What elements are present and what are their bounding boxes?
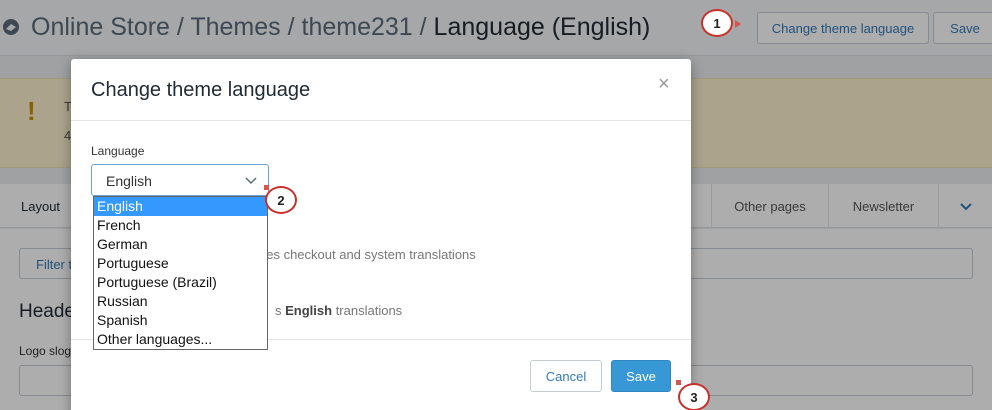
annotation-marker-2: 2 [265, 186, 297, 214]
language-label: Language [91, 144, 145, 158]
option-portuguese[interactable]: Portuguese [94, 254, 267, 273]
language-options-list: English French German Portuguese Portugu… [93, 196, 268, 350]
translations-hint: s English translations [275, 303, 402, 318]
checkout-translations-hint: des checkout and system translations [259, 247, 476, 262]
marker-pointer [264, 185, 269, 190]
option-russian[interactable]: Russian [94, 292, 267, 311]
annotation-marker-3: 3 [678, 383, 710, 410]
marker-pointer [735, 20, 741, 28]
option-french[interactable]: French [94, 216, 267, 235]
modal-title: Change theme language [91, 79, 311, 101]
option-german[interactable]: German [94, 235, 267, 254]
hint-suffix: translations [332, 303, 403, 318]
hint-prefix: s [275, 303, 286, 318]
modal-save-button[interactable]: Save [611, 360, 671, 392]
close-icon[interactable]: × [658, 73, 670, 96]
chevron-down-icon [245, 177, 257, 185]
option-spanish[interactable]: Spanish [94, 311, 267, 330]
option-english[interactable]: English [94, 197, 267, 216]
option-other-languages[interactable]: Other languages... [94, 330, 267, 349]
cancel-button[interactable]: Cancel [530, 360, 602, 392]
marker-pointer [676, 380, 681, 385]
language-select-value: English [106, 173, 152, 189]
modal-divider [71, 120, 691, 121]
annotation-marker-1: 1 [701, 9, 733, 37]
language-select[interactable]: English [91, 164, 269, 196]
hint-language: English [285, 303, 333, 318]
option-portuguese-brazil[interactable]: Portuguese (Brazil) [94, 273, 267, 292]
